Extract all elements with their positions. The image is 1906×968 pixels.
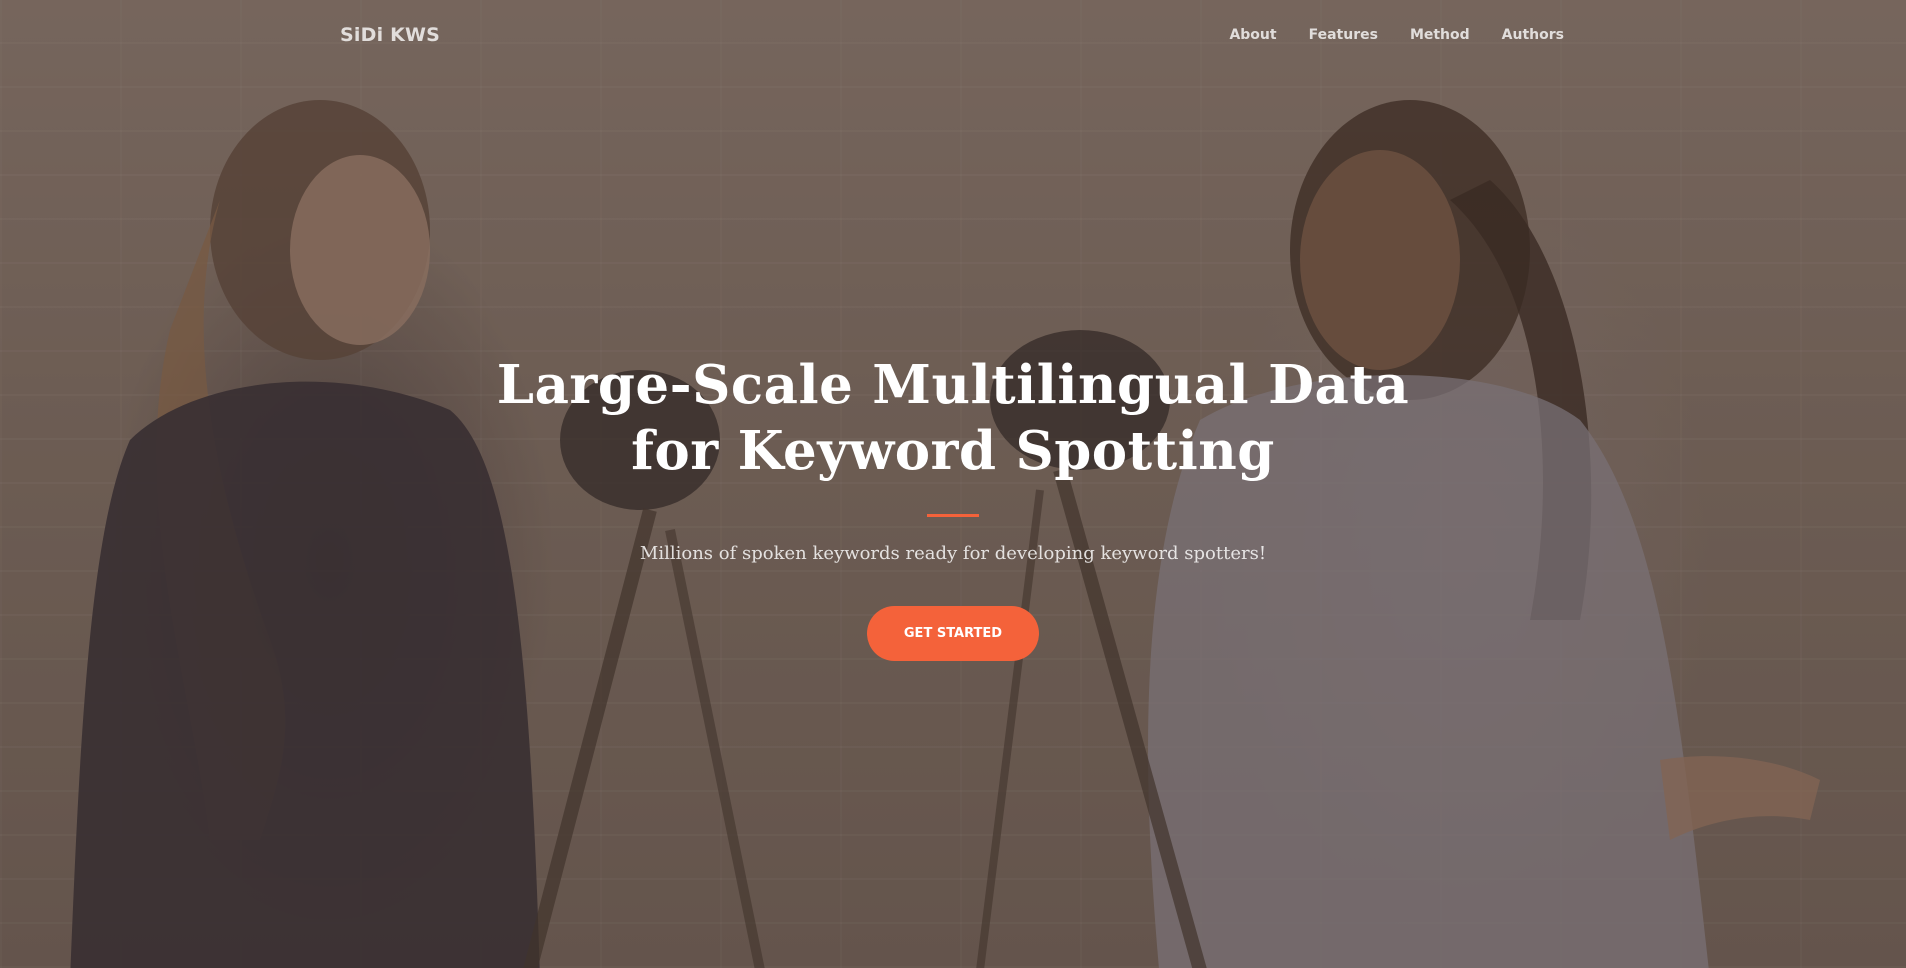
title-divider bbox=[927, 514, 979, 517]
nav-link-about[interactable]: About bbox=[1229, 27, 1276, 43]
masthead: Large-Scale Multilingual Data for Keywor… bbox=[0, 352, 1906, 661]
hero-title-line1: Large-Scale Multilingual Data bbox=[496, 354, 1410, 416]
hero-subtitle: Millions of spoken keywords ready for de… bbox=[639, 543, 1267, 564]
brand-logo-link[interactable]: SiDi KWS bbox=[340, 24, 440, 46]
get-started-button[interactable]: GET STARTED bbox=[866, 606, 1040, 661]
nav-link-features[interactable]: Features bbox=[1309, 27, 1378, 43]
nav-link-method[interactable]: Method bbox=[1410, 27, 1470, 43]
hero-title: Large-Scale Multilingual Data for Keywor… bbox=[0, 352, 1906, 484]
top-navbar: SiDi KWS About Features Method Authors bbox=[0, 0, 1906, 74]
nav-link-authors[interactable]: Authors bbox=[1502, 27, 1564, 43]
nav-links: About Features Method Authors bbox=[1229, 27, 1564, 43]
hero-title-line2: for Keyword Spotting bbox=[631, 420, 1275, 482]
